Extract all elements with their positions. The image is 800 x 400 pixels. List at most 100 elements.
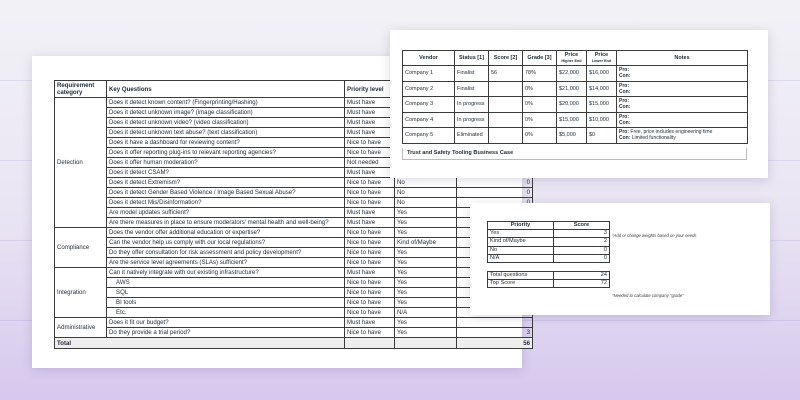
top-score-value[interactable]: 72 xyxy=(553,279,610,289)
vendor-notes-cell[interactable]: Pro: Con: xyxy=(616,80,748,97)
priority-cell[interactable]: Must have xyxy=(344,97,395,108)
vendor-status-cell[interactable]: Finalist xyxy=(454,80,489,97)
question-cell[interactable]: Does it offer reporting plug-ins to rele… xyxy=(106,147,345,158)
question-cell[interactable]: Does it detect unknown video? (video cla… xyxy=(106,117,345,128)
vendor-score-cell[interactable] xyxy=(488,80,523,97)
vendor-price-low-cell[interactable]: $10,000 xyxy=(586,111,617,128)
vendor-price-high-cell[interactable]: $15,000 xyxy=(556,111,587,128)
vendor-notes-cell[interactable]: Pro: Free, price includes engineering ti… xyxy=(616,127,748,144)
answer-cell[interactable]: Yes xyxy=(394,297,457,308)
header-priority[interactable]: Priority xyxy=(487,220,554,231)
question-cell[interactable]: Does it detect Gender Based Violence / I… xyxy=(106,187,345,198)
question-cell[interactable]: Are the service level agreements (SLAs) … xyxy=(106,257,345,268)
header-status[interactable]: Status [1] xyxy=(454,50,489,66)
vendor-grade-cell[interactable]: 0% xyxy=(522,80,557,97)
priority-cell[interactable]: Nice to have xyxy=(344,177,395,188)
question-cell[interactable]: Does it detect known content? (Fingerpri… xyxy=(106,97,345,108)
answer-cell[interactable]: Yes xyxy=(394,257,457,268)
priority-cell[interactable]: Nice to have xyxy=(344,297,395,308)
vendor-price-low-cell[interactable]: $0 xyxy=(586,127,617,144)
vendor-price-low-cell[interactable]: $15,000 xyxy=(586,96,617,113)
answer-cell[interactable]: No xyxy=(394,187,457,198)
answer-cell[interactable]: Yes xyxy=(394,267,457,278)
vendor-status-cell[interactable]: Eliminated xyxy=(454,127,489,144)
answer-cell[interactable]: No xyxy=(394,197,457,208)
priority-cell[interactable]: Not needed xyxy=(344,157,395,168)
vendor-notes-cell[interactable]: Pro: Con: xyxy=(616,96,748,113)
question-cell[interactable]: Does it fit our budget? xyxy=(106,317,345,328)
answer-cell[interactable]: Yes xyxy=(394,327,457,338)
vendor-price-low-cell[interactable]: $16,000 xyxy=(586,65,617,82)
question-cell[interactable]: Does the vendor offer additional educati… xyxy=(106,227,345,238)
header-notes[interactable]: Notes xyxy=(616,50,748,66)
question-cell[interactable]: Etc. xyxy=(106,307,345,318)
header-score[interactable]: Score [2] xyxy=(488,50,523,66)
priority-cell[interactable]: Nice to have xyxy=(344,137,395,148)
vendor-status-cell[interactable]: In progress xyxy=(454,111,489,128)
weight-priority-cell[interactable]: Yes xyxy=(487,229,554,239)
question-cell[interactable]: Do they offer consultation for risk asse… xyxy=(106,247,345,258)
vendor-name-cell[interactable]: Company 5 xyxy=(402,127,455,144)
vendor-price-low-cell[interactable]: $14,000 xyxy=(586,80,617,97)
vendor-score-cell[interactable]: 56 xyxy=(488,65,523,82)
answer-cell[interactable]: Kind of/Maybe xyxy=(394,237,457,248)
vendor-price-high-cell[interactable]: $5,000 xyxy=(556,127,587,144)
vendor-grade-cell[interactable]: 78% xyxy=(522,65,557,82)
priority-cell[interactable]: Must have xyxy=(344,117,395,128)
category-cell-integration[interactable]: Integration xyxy=(54,267,107,318)
category-cell-administrative[interactable]: Administrative xyxy=(54,317,107,338)
question-cell[interactable]: Can it natively integrate with our exist… xyxy=(106,267,345,278)
question-cell[interactable]: Do they provide a trial period? xyxy=(106,327,345,338)
question-cell[interactable]: Does it detect Mis/Disinformation? xyxy=(106,197,345,208)
question-cell[interactable]: Does it detect CSAM? xyxy=(106,167,345,178)
vendor-price-high-cell[interactable]: $21,000 xyxy=(556,80,587,97)
vendor-grade-cell[interactable]: 0% xyxy=(522,96,557,113)
priority-cell[interactable]: Must have xyxy=(344,267,395,278)
priority-cell[interactable]: Nice to have xyxy=(344,277,395,288)
question-cell[interactable]: Can the vendor help us comply with our l… xyxy=(106,237,345,248)
category-cell-compliance[interactable]: Compliance xyxy=(54,227,107,268)
question-cell[interactable]: Are there measures in place to ensure mo… xyxy=(106,217,345,228)
total-questions-value[interactable]: 24 xyxy=(553,270,610,281)
question-cell[interactable]: Does it offer human moderation? xyxy=(106,157,345,168)
vendor-status-cell[interactable]: In progress xyxy=(454,96,489,113)
priority-cell[interactable]: Must have xyxy=(344,107,395,118)
answer-cell[interactable]: N/A xyxy=(394,307,457,318)
priority-cell[interactable]: Nice to have xyxy=(344,197,395,208)
priority-cell[interactable]: Must have xyxy=(344,207,395,218)
priority-cell[interactable]: Nice to have xyxy=(344,187,395,198)
weight-score-cell[interactable]: 2 xyxy=(553,237,610,247)
question-cell[interactable]: Does it have a dashboard for reviewing c… xyxy=(106,137,345,148)
header-priority-level[interactable]: Priority level xyxy=(344,80,395,98)
vendor-name-cell[interactable]: Company 2 xyxy=(402,80,455,97)
answer-cell[interactable]: No xyxy=(394,177,457,188)
question-cell[interactable]: Does it detect Extremism? xyxy=(106,177,345,188)
question-cell[interactable]: Does it detect unknown image? (image cla… xyxy=(106,107,345,118)
weight-score-cell[interactable]: 0 xyxy=(553,245,610,255)
priority-cell[interactable]: Must have xyxy=(344,127,395,138)
vendor-notes-cell[interactable]: Pro: Con: xyxy=(616,65,748,82)
vendor-status-cell[interactable]: Finalist xyxy=(454,65,489,82)
score-cell[interactable]: 3 xyxy=(456,327,533,338)
vendor-name-cell[interactable]: Company 3 xyxy=(402,96,455,113)
priority-cell[interactable]: Nice to have xyxy=(344,237,395,248)
question-cell[interactable]: AWS xyxy=(106,277,345,288)
vendor-grade-cell[interactable]: 0% xyxy=(522,127,557,144)
weight-priority-cell[interactable]: Kind of/Maybe xyxy=(487,237,554,247)
score-cell[interactable]: 0 xyxy=(456,187,533,198)
header-vendor[interactable]: Vendor xyxy=(402,50,455,66)
score-cell[interactable]: 0 xyxy=(456,177,533,188)
vendor-grade-cell[interactable]: 0% xyxy=(522,111,557,128)
weight-priority-cell[interactable]: N/A xyxy=(487,253,554,263)
priority-cell[interactable]: Nice to have xyxy=(344,257,395,268)
vendor-price-high-cell[interactable]: $20,000 xyxy=(556,96,587,113)
answer-cell[interactable]: Yes xyxy=(394,247,457,258)
priority-cell[interactable]: Nice to have xyxy=(344,287,395,298)
priority-cell[interactable]: Must have xyxy=(344,217,395,228)
total-value[interactable]: 56 xyxy=(456,337,533,349)
priority-cell[interactable]: Nice to have xyxy=(344,227,395,238)
score-cell[interactable] xyxy=(456,317,533,328)
vendor-score-cell[interactable] xyxy=(488,111,523,128)
priority-cell[interactable]: Nice to have xyxy=(344,307,395,318)
header-price-lower[interactable]: Price Lower End xyxy=(586,50,617,66)
